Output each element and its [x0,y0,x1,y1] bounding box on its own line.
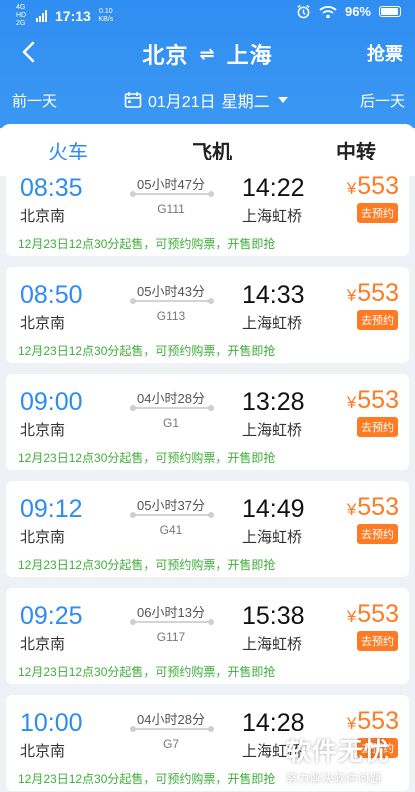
network-indicator: 4G HD 2G [16,4,27,27]
train-list[interactable]: 08:35 北京南 05小时47分 G111 14:22 上海虹桥 ¥553 去… [0,160,415,792]
train-card[interactable]: 09:25 北京南 06小时13分 G117 15:38 上海虹桥 ¥553 去… [6,588,409,684]
selected-date: 01月21日 [148,94,216,111]
arrival-station: 上海虹桥 [242,529,303,546]
route-line [130,619,214,625]
alarm-icon [297,4,310,19]
sale-notice: 12月23日12点30分起售，可预约购票，开售即抢 [18,772,276,786]
date-bar: 前一天 01月21日 星期二 后一天 [0,86,415,114]
wifi-icon [319,5,337,18]
arrival-time: 14:33 [242,281,305,309]
route-line [130,298,214,304]
price: ¥553 [347,386,399,415]
sale-notice: 12月23日12点30分起售，可预约购票，开售即抢 [18,665,276,679]
price: ¥553 [347,600,399,629]
route-line [130,512,214,518]
train-number: G7 [162,737,179,751]
next-day-button[interactable]: 后一天 [360,90,405,111]
route-line [130,726,214,732]
departure-station: 北京南 [20,636,66,653]
watermark-subtitle: 努力解决软件问题 [286,773,382,785]
price-value: 553 [357,707,399,735]
route-line [130,191,214,197]
date-picker[interactable]: 01月21日 星期二 [124,88,288,112]
from-city: 北京 [142,43,189,68]
arrival-time: 14:22 [242,174,305,202]
selected-weekday: 星期二 [221,94,270,111]
currency-symbol: ¥ [346,500,357,519]
train-number: G1 [162,416,179,430]
arrival-station: 上海虹桥 [242,315,303,332]
price-value: 553 [357,493,399,521]
route-line [130,405,214,411]
train-number: G41 [159,523,183,537]
prev-day-button[interactable]: 前一天 [12,90,57,111]
departure-time: 10:00 [20,709,83,737]
currency-symbol: ¥ [346,714,357,733]
train-card[interactable]: 08:35 北京南 05小时47分 G111 14:22 上海虹桥 ¥553 去… [6,160,409,256]
price-value: 553 [357,600,399,628]
departure-station: 北京南 [20,315,66,332]
arrival-station: 上海虹桥 [242,422,303,439]
status-time: 17:13 [55,8,91,24]
arrival-time: 15:38 [242,602,305,630]
price-value: 553 [357,386,399,414]
calendar-icon [124,92,142,108]
reserve-button[interactable]: 去预约 [357,203,398,223]
departure-station: 北京南 [20,743,66,760]
arrival-station: 上海虹桥 [242,636,303,653]
reserve-button[interactable]: 去预约 [357,417,398,437]
swap-icon[interactable]: ⇌ [199,44,215,65]
departure-station: 北京南 [20,422,66,439]
reserve-button[interactable]: 去预约 [357,310,398,330]
price-value: 553 [357,279,399,307]
price: ¥553 [347,279,399,308]
train-number: G111 [157,202,185,216]
watermark-logo: 软件无忧 努力解决软件问题 [286,732,408,786]
train-number: G113 [156,309,186,323]
sale-notice: 12月23日12点30分起售，可预约购票，开售即抢 [18,237,276,251]
currency-symbol: ¥ [346,607,357,626]
price: ¥553 [347,493,399,522]
battery-icon [379,6,401,17]
departure-time: 09:25 [20,602,83,630]
departure-time: 09:12 [20,495,83,523]
train-card[interactable]: 09:12 北京南 05小时37分 G41 14:49 上海虹桥 ¥553 去预… [6,481,409,577]
watermark-title: 软件无忧 [286,738,391,766]
departure-station: 北京南 [20,529,66,546]
departure-time: 09:00 [20,388,83,416]
nav-bar: 北京 ⇌ 上海 抢票 [0,30,415,74]
route-title[interactable]: 北京 ⇌ 上海 [0,38,415,70]
currency-symbol: ¥ [346,286,357,305]
network-speed: 0.10 KB/s [98,8,114,23]
signal-icon [36,10,47,22]
train-card[interactable]: 09:00 北京南 04小时28分 G1 13:28 上海虹桥 ¥553 去预约… [6,374,409,470]
train-card[interactable]: 08:50 北京南 05小时43分 G113 14:33 上海虹桥 ¥553 去… [6,267,409,363]
currency-symbol: ¥ [346,179,357,198]
header: 4G HD 2G 17:13 0.10 KB/s 96% 北京 ⇌ 上海 抢票 … [0,0,415,128]
price-value: 553 [357,172,399,200]
to-city: 上海 [226,43,273,68]
status-bar: 4G HD 2G 17:13 0.10 KB/s 96% [0,0,415,28]
sale-notice: 12月23日12点30分起售，可预约购票，开售即抢 [18,451,276,465]
train-number: G117 [156,630,186,644]
battery-percent: 96% [344,4,371,19]
reserve-button[interactable]: 去预约 [357,524,398,544]
departure-station: 北京南 [20,208,66,225]
arrival-station: 上海虹桥 [242,208,303,225]
departure-time: 08:35 [20,174,83,202]
reserve-button[interactable]: 去预约 [357,631,398,651]
sale-notice: 12月23日12点30分起售，可预约购票，开售即抢 [18,344,276,358]
price: ¥553 [347,172,399,201]
departure-time: 08:50 [20,281,83,309]
arrival-time: 13:28 [242,388,305,416]
arrival-time: 14:49 [242,495,305,523]
currency-symbol: ¥ [346,393,357,412]
caret-down-icon [277,97,288,103]
grab-ticket-button[interactable]: 抢票 [367,40,403,66]
sale-notice: 12月23日12点30分起售，可预约购票，开售即抢 [18,558,276,572]
